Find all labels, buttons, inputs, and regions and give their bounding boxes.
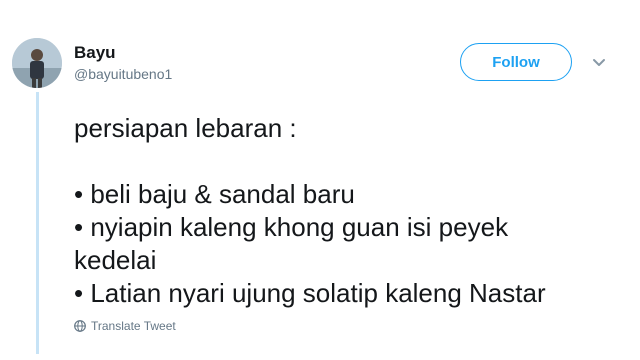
tweet-card: Bayu @bayuitubeno1 Follow persiapan leba… bbox=[0, 0, 640, 360]
thread-line bbox=[36, 92, 39, 354]
translate-label: Translate Tweet bbox=[91, 319, 176, 333]
follow-button[interactable]: Follow bbox=[460, 43, 572, 81]
globe-icon bbox=[74, 320, 86, 332]
tweet-line: persiapan lebaran : bbox=[74, 113, 297, 143]
tweet-line: • Latian nyari ujung solatip kaleng Nast… bbox=[74, 278, 546, 308]
translate-tweet-link[interactable]: Translate Tweet bbox=[74, 319, 176, 333]
tweet-line: • beli baju & sandal baru bbox=[74, 179, 355, 209]
tweet-line: kedelai bbox=[74, 245, 157, 275]
user-handle[interactable]: @bayuitubeno1 bbox=[74, 65, 172, 83]
chevron-down-icon[interactable] bbox=[590, 53, 608, 71]
display-name[interactable]: Bayu bbox=[74, 43, 172, 63]
line-spacer bbox=[74, 145, 630, 178]
tweet-line: • nyiapin kaleng khong guan isi peyek bbox=[74, 212, 509, 242]
tweet-text: persiapan lebaran : • beli baju & sandal… bbox=[74, 112, 630, 310]
user-info: Bayu @bayuitubeno1 bbox=[74, 43, 172, 83]
avatar[interactable] bbox=[12, 38, 62, 88]
